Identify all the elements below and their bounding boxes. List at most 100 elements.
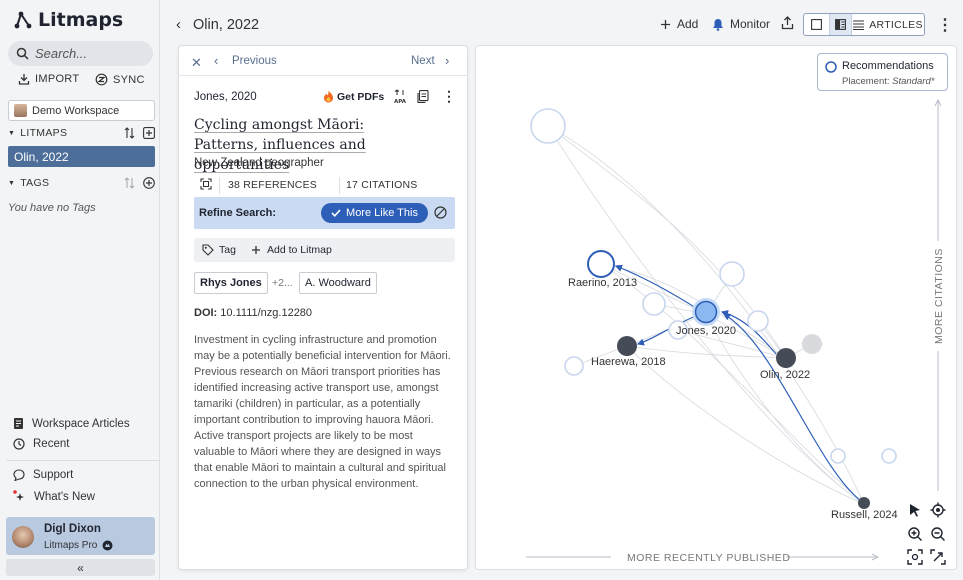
add-to-litmap-button[interactable]: Add to Litmap	[251, 244, 332, 256]
search-input[interactable]	[35, 46, 145, 61]
more-like-this-button[interactable]: More Like This	[321, 203, 428, 223]
monitor-label: Monitor	[730, 17, 771, 31]
articles-view-button[interactable]: ARTICLES	[852, 14, 924, 35]
import-button[interactable]: IMPORT	[18, 73, 79, 85]
square-view-icon	[811, 19, 822, 30]
collapse-triangle-icon[interactable]: ▼	[8, 130, 15, 137]
copy-document-icon[interactable]	[417, 90, 429, 103]
import-icon	[18, 74, 30, 85]
recommendations-toggle[interactable]: Recommendations Placement: Standard*	[817, 53, 948, 91]
graph-node[interactable]	[747, 310, 769, 332]
sync-button[interactable]: SYNC	[95, 73, 145, 86]
litmaps-section-header[interactable]: ▼ LITMAPS	[8, 127, 155, 139]
graph-node[interactable]	[530, 108, 566, 144]
tag-button[interactable]: Tag	[202, 244, 236, 256]
sparkle-icon	[13, 490, 24, 501]
document-icon	[14, 418, 23, 429]
article-panel: ✕ ‹ Previous Next › Jones, 2020 Get PDFs…	[178, 45, 468, 570]
sort-icon[interactable]	[124, 177, 135, 189]
graph-node[interactable]	[719, 261, 745, 287]
graph-node[interactable]	[642, 292, 666, 316]
articles-label: ARTICLES	[869, 18, 923, 31]
litmaps-logo-icon	[14, 11, 32, 29]
article-abstract: Investment in cycling infrastructure and…	[194, 334, 451, 490]
scan-icon[interactable]	[200, 178, 212, 190]
locate-icon[interactable]	[930, 502, 946, 518]
recent-link[interactable]: Recent	[13, 438, 69, 450]
references-count: 38	[228, 179, 241, 191]
apa-cite-icon[interactable]: APA	[394, 89, 408, 105]
workspace-selector[interactable]: Demo Workspace	[8, 100, 155, 121]
more-authors[interactable]: +2...	[267, 272, 298, 294]
pointer-icon[interactable]	[907, 502, 923, 518]
refine-search-label: Refine Search:	[199, 207, 277, 219]
clear-filter-icon[interactable]	[434, 206, 447, 219]
graph-canvas[interactable]: Raerino, 2013 Jones, 2020 Haerewa, 2018 …	[476, 46, 958, 571]
more-options-icon[interactable]: ⋮	[937, 15, 953, 35]
user-profile[interactable]: Digl Dixon Litmaps Pro	[6, 517, 155, 555]
circle-outline-icon	[825, 61, 837, 73]
zoom-in-icon[interactable]	[907, 526, 923, 542]
workspace-articles-link[interactable]: Workspace Articles	[13, 417, 130, 430]
tag-label: Tag	[219, 244, 236, 256]
get-pdfs-button[interactable]: Get PDFs	[323, 90, 384, 103]
litmap-item-active[interactable]: Olin, 2022	[8, 146, 155, 167]
author-chip[interactable]: Rhys Jones	[194, 272, 268, 294]
next-button[interactable]: Next	[411, 55, 435, 67]
reference-counts: 38 REFERENCES 17 CITATIONS	[194, 177, 454, 194]
expand-icon[interactable]	[930, 549, 946, 565]
user-plan: Litmaps Pro	[44, 540, 113, 551]
back-chevron-icon[interactable]: ‹	[176, 16, 181, 33]
graph-node[interactable]	[881, 448, 897, 464]
collapse-triangle-icon[interactable]: ▼	[8, 180, 15, 187]
tags-section-header[interactable]: ▼ TAGS	[8, 177, 155, 189]
whats-new-label: What's New	[34, 490, 95, 503]
map-view-button[interactable]	[804, 14, 830, 35]
graph-node[interactable]	[830, 448, 846, 464]
graph-node-russell[interactable]	[858, 497, 870, 509]
import-label: IMPORT	[35, 73, 80, 85]
tag-icon	[202, 244, 214, 256]
zoom-out-icon[interactable]	[930, 526, 946, 542]
search-box[interactable]	[8, 41, 153, 66]
close-icon[interactable]: ✕	[191, 55, 202, 71]
sync-icon	[95, 73, 108, 86]
plus-icon	[252, 246, 260, 254]
logo[interactable]: Litmaps	[14, 9, 123, 31]
whats-new-link[interactable]: What's New	[13, 490, 95, 503]
placement-setting[interactable]: Placement: Standard*	[842, 76, 934, 87]
citations-link[interactable]: 17 CITATIONS	[346, 179, 417, 191]
article-citation: Jones, 2020	[194, 91, 257, 103]
workspace-articles-label: Workspace Articles	[32, 417, 130, 430]
add-litmap-icon[interactable]	[143, 127, 155, 139]
doi-value[interactable]: 10.1111/nzg.12280	[220, 307, 312, 319]
graph-node-grey[interactable]	[802, 334, 822, 354]
sort-icon[interactable]	[124, 127, 135, 139]
graph-node-jones[interactable]	[694, 300, 718, 324]
graph-node-olin[interactable]	[776, 348, 796, 368]
plus-icon	[661, 19, 670, 29]
monitor-button[interactable]: Monitor	[712, 17, 770, 31]
graph-node[interactable]	[564, 356, 584, 376]
fit-to-screen-icon[interactable]	[907, 549, 923, 565]
chevron-left-icon[interactable]: ‹	[214, 53, 218, 68]
pro-badge-icon	[102, 540, 113, 551]
article-menu-icon[interactable]: ⋮	[442, 88, 456, 105]
graph-node-haerewa[interactable]	[617, 336, 637, 356]
collapse-sidebar-button[interactable]: «	[6, 559, 155, 576]
previous-button[interactable]: Previous	[232, 55, 277, 67]
references-link[interactable]: 38 REFERENCES	[228, 179, 317, 191]
split-view-button[interactable]	[830, 14, 852, 35]
view-toggle: ARTICLES	[803, 13, 925, 36]
add-tag-icon[interactable]	[143, 177, 155, 189]
placement-label: Placement:	[842, 76, 890, 87]
node-label-raerino: Raerino, 2013	[568, 277, 637, 289]
add-button[interactable]: Add	[660, 17, 698, 31]
author-chip[interactable]: A. Woodward	[299, 272, 377, 294]
y-axis-label: MORE CITATIONS	[933, 248, 945, 344]
graph-node-raerino[interactable]	[587, 250, 615, 278]
get-pdfs-label: Get PDFs	[337, 90, 385, 103]
share-button[interactable]	[781, 16, 794, 30]
chevron-right-icon[interactable]: ›	[445, 53, 449, 68]
support-link[interactable]: Support	[13, 469, 73, 481]
